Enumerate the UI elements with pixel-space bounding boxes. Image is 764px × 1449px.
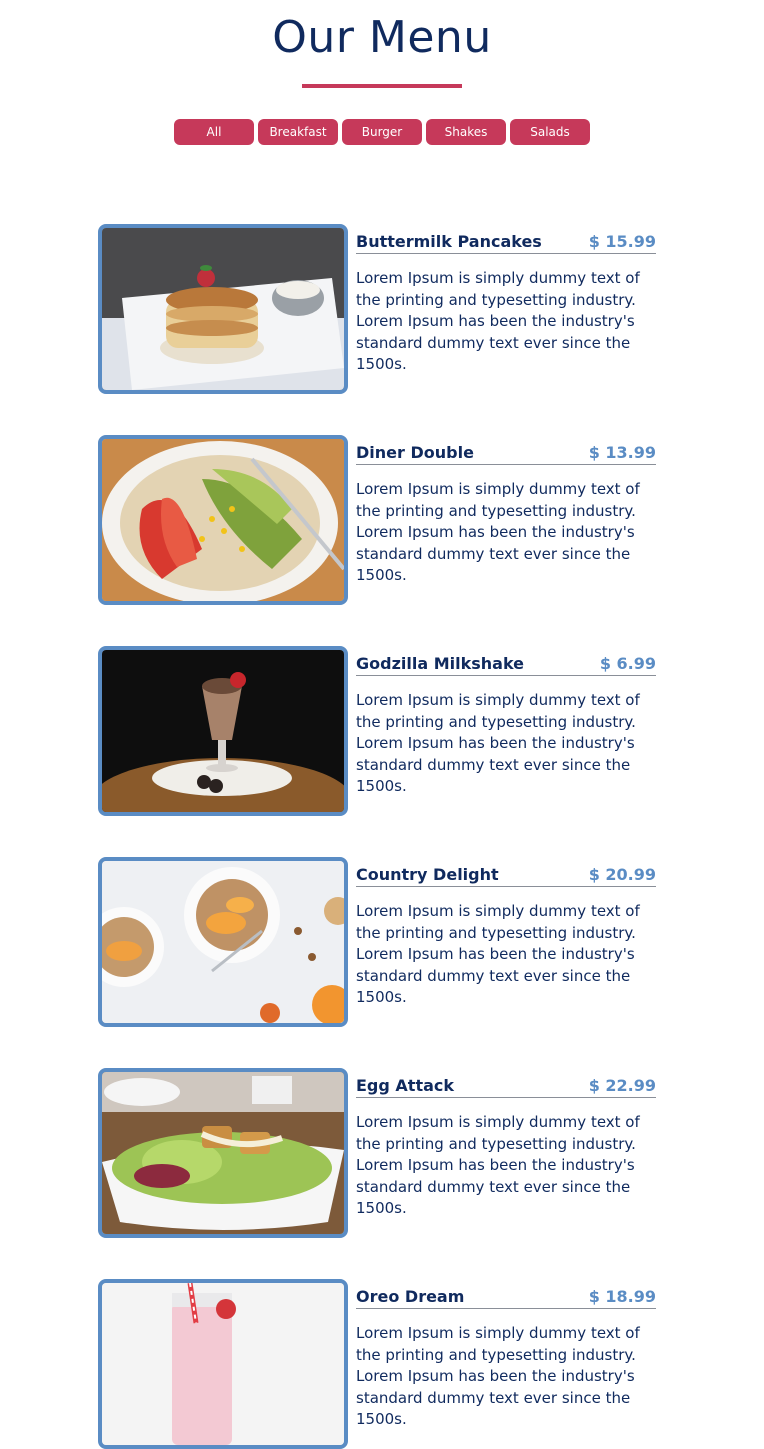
filter-all-button[interactable]: All	[174, 119, 254, 145]
pancakes-photo	[98, 224, 348, 394]
menu-item: Country Delight $ 20.99 Lorem Ipsum is s…	[98, 857, 658, 1027]
filter-salads-button[interactable]: Salads	[510, 119, 590, 145]
filter-bar: All Breakfast Burger Shakes Salads	[174, 119, 590, 145]
menu-item: Buttermilk Pancakes $ 15.99 Lorem Ipsum …	[98, 224, 658, 394]
item-description: Lorem Ipsum is simply dummy text of the …	[356, 1113, 640, 1217]
item-price: $ 15.99	[588, 232, 656, 251]
item-name: Country Delight	[356, 865, 499, 884]
item-name: Buttermilk Pancakes	[356, 232, 542, 251]
menu-item: Oreo Dream $ 18.99 Lorem Ipsum is simply…	[98, 1279, 658, 1449]
strawberry-smoothie-photo	[98, 1279, 348, 1449]
filter-shakes-button[interactable]: Shakes	[426, 119, 506, 145]
granola-bowls-photo	[98, 857, 348, 1027]
item-description: Lorem Ipsum is simply dummy text of the …	[356, 480, 640, 584]
filter-burger-button[interactable]: Burger	[342, 119, 422, 145]
menu-item: Godzilla Milkshake $ 6.99 Lorem Ipsum is…	[98, 646, 658, 816]
salad-photo	[98, 1068, 348, 1238]
menu-item: Egg Attack $ 22.99 Lorem Ipsum is simply…	[98, 1068, 658, 1238]
menu-item: Diner Double $ 13.99 Lorem Ipsum is simp…	[98, 435, 658, 605]
item-price: $ 18.99	[588, 1287, 656, 1306]
filter-breakfast-button[interactable]: Breakfast	[258, 119, 338, 145]
item-name: Diner Double	[356, 443, 474, 462]
page-title: Our Menu	[272, 12, 492, 63]
item-price: $ 22.99	[588, 1076, 656, 1095]
item-description: Lorem Ipsum is simply dummy text of the …	[356, 1324, 640, 1428]
item-name: Egg Attack	[356, 1076, 455, 1095]
title-underline	[302, 84, 462, 88]
milkshake-photo	[98, 646, 348, 816]
item-name: Godzilla Milkshake	[356, 654, 525, 673]
item-price: $ 13.99	[588, 443, 656, 462]
item-price: $ 6.99	[599, 654, 656, 673]
avocado-tortilla-photo	[98, 435, 348, 605]
item-description: Lorem Ipsum is simply dummy text of the …	[356, 269, 640, 373]
item-price: $ 20.99	[588, 865, 656, 884]
item-name: Oreo Dream	[356, 1287, 465, 1306]
item-description: Lorem Ipsum is simply dummy text of the …	[356, 902, 640, 1006]
item-description: Lorem Ipsum is simply dummy text of the …	[356, 691, 640, 795]
